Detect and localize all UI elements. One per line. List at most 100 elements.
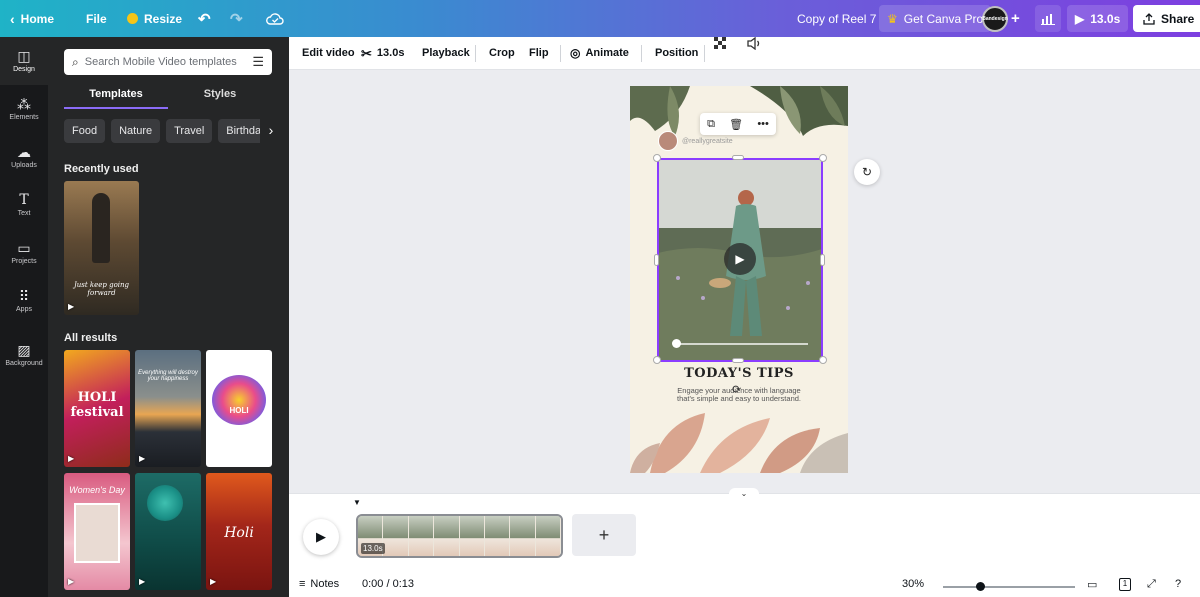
resize-handle-bottom-left[interactable] — [653, 356, 661, 364]
playhead-marker[interactable]: ▼ — [353, 498, 361, 507]
result-title: Holi — [224, 525, 254, 541]
chevron-right-icon[interactable]: › — [260, 119, 282, 143]
play-icon: ▶ — [68, 454, 75, 463]
share-button[interactable]: Share — [1133, 5, 1200, 32]
position-label: Position — [655, 47, 699, 59]
search-input[interactable]: ⌕ Search Mobile Video templates ☰ — [64, 49, 272, 75]
zoom-level-text: 30% — [902, 578, 925, 590]
timeline-clip[interactable]: 13.0s — [356, 514, 563, 558]
get-pro-button[interactable]: ♛ Get Canva Pro — [879, 5, 992, 32]
trash-icon[interactable]: 🗑 — [729, 118, 743, 131]
add-clip-button[interactable]: + — [572, 514, 636, 556]
duplicate-icon[interactable]: ⧉ — [707, 118, 715, 131]
cloud-saved-icon[interactable] — [266, 0, 284, 37]
insights-icon[interactable] — [1035, 5, 1061, 32]
zoom-level[interactable]: 30% — [902, 578, 924, 590]
position-button[interactable]: Position — [655, 37, 698, 70]
rail-elements[interactable]: ⁂ Elements — [0, 85, 48, 133]
notes-button[interactable]: ≡ Notes — [299, 578, 339, 590]
edit-video-button[interactable]: Edit video — [302, 37, 355, 70]
zoom-slider-track[interactable] — [943, 586, 1075, 588]
result-template-thumb[interactable]: ▶ — [135, 473, 201, 590]
play-icon: ▶ — [210, 577, 217, 586]
recent-template-thumb[interactable]: Just keep going forward ▶ — [64, 181, 139, 315]
resize-handle-top-right[interactable] — [819, 154, 827, 162]
playback-label: Playback — [422, 47, 470, 59]
file-label: File — [86, 11, 107, 26]
more-options-icon[interactable]: ••• — [757, 118, 769, 130]
result-template-thumb[interactable]: HOLI festival ▶ — [64, 350, 130, 467]
crop-button[interactable]: Crop — [489, 37, 515, 70]
animate-button[interactable]: ◎ Animate — [570, 37, 629, 70]
file-menu[interactable]: File — [86, 0, 107, 37]
rail-design[interactable]: ◫ Design — [0, 37, 48, 85]
chip-food[interactable]: Food — [64, 119, 106, 143]
resize-handle-left[interactable] — [654, 254, 659, 266]
rail-uploads[interactable]: ☁ Uploads — [0, 133, 48, 181]
rail-label: Text — [17, 210, 31, 217]
play-icon: ▶ — [139, 454, 146, 463]
tab-styles[interactable]: Styles — [168, 83, 272, 109]
chevron-down-icon[interactable]: ⌄ — [729, 488, 759, 500]
result-template-thumb[interactable]: Everything will destroy your happiness ▶ — [135, 350, 201, 467]
trim-button[interactable]: ✂ 13.0s — [361, 37, 404, 70]
result-title: HOLI festival — [70, 390, 124, 420]
play-icon: ▶ — [68, 577, 75, 586]
resize-button[interactable]: Resize — [127, 0, 182, 37]
smoke-shape — [147, 485, 183, 521]
rail-apps[interactable]: ⠿ Apps — [0, 277, 48, 325]
toolbar-divider — [641, 45, 642, 62]
tab-templates[interactable]: Templates — [64, 83, 168, 109]
flip-label: Flip — [529, 47, 549, 59]
redo-icon[interactable]: ↷ — [230, 0, 243, 37]
rail-label: Projects — [11, 258, 37, 265]
clip-frame — [484, 516, 511, 556]
tips-title[interactable]: TODAY'S TIPS — [630, 366, 848, 381]
rail-projects[interactable]: ▭ Projects — [0, 229, 48, 277]
text-icon: T — [19, 192, 29, 208]
play-icon: ▶ — [68, 302, 75, 311]
toolbar-divider — [475, 45, 476, 62]
playback-button[interactable]: Playback — [422, 37, 470, 70]
timeline-view-icon[interactable]: ▭ — [1087, 578, 1097, 591]
volume-icon[interactable] — [747, 37, 762, 50]
clip-frame — [434, 516, 460, 556]
present-play-button[interactable]: ▶ 13.0s — [1067, 5, 1129, 32]
document-title[interactable]: Copy of Reel 7 — [797, 0, 876, 37]
result-template-thumb[interactable]: HOLI — [206, 350, 272, 467]
rail-label: Apps — [16, 306, 32, 313]
plus-icon: + — [598, 524, 610, 545]
timeline-play-button[interactable]: ▶ — [303, 519, 339, 555]
flip-button[interactable]: Flip — [529, 37, 549, 70]
chip-nature[interactable]: Nature — [111, 119, 161, 143]
undo-icon[interactable]: ↶ — [198, 0, 211, 37]
result-template-thumb[interactable]: Holi ▶ — [206, 473, 272, 590]
animate-icon: ◎ — [570, 46, 581, 60]
add-collaborator-icon[interactable]: + — [1011, 0, 1020, 37]
play-icon: ▶ — [316, 529, 326, 544]
resize-handle-bottom[interactable] — [732, 358, 744, 363]
result-title: Women's Day — [69, 485, 125, 495]
play-icon: ▶ — [139, 577, 146, 586]
regenerate-icon[interactable]: ↻ — [854, 159, 880, 185]
resize-handle-right[interactable] — [820, 254, 825, 266]
transparency-icon[interactable] — [714, 37, 727, 50]
page-count-button[interactable]: 1 — [1119, 578, 1131, 591]
resize-handle-top-left[interactable] — [653, 154, 661, 162]
chip-travel[interactable]: Travel — [166, 119, 213, 143]
apps-icon: ⠿ — [18, 288, 30, 304]
fullscreen-icon[interactable]: ⤢ — [1147, 578, 1156, 591]
rail-text[interactable]: T Text — [0, 181, 48, 229]
zoom-slider-handle[interactable] — [976, 582, 985, 591]
selection-frame — [657, 158, 823, 362]
rail-background[interactable]: ▨ Background — [0, 325, 48, 385]
filter-icon[interactable]: ☰ — [252, 54, 264, 70]
result-title: Everything will destroy your happiness — [138, 370, 198, 382]
home-link[interactable]: ‹ Home — [10, 0, 54, 37]
help-icon[interactable]: ? — [1175, 578, 1181, 590]
rotate-icon[interactable]: ⟳ — [732, 383, 741, 396]
resize-handle-bottom-right[interactable] — [819, 356, 827, 364]
account-avatar[interactable]: Bandesign — [982, 0, 1008, 37]
resize-handle-top[interactable] — [732, 155, 744, 160]
result-template-thumb[interactable]: Women's Day ▶ — [64, 473, 130, 590]
